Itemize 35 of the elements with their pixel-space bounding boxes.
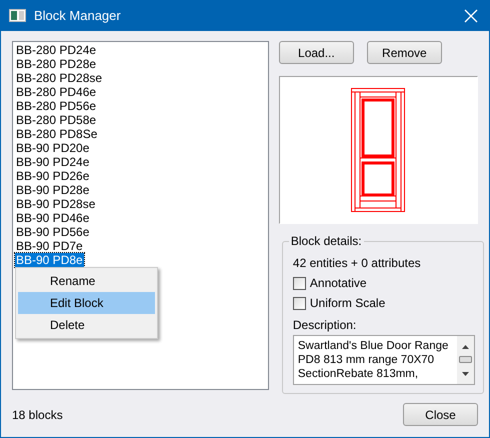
checkbox-label: Uniform Scale (310, 296, 386, 310)
menu-item[interactable]: Delete (18, 314, 155, 336)
checkbox[interactable] (292, 276, 306, 290)
list-item[interactable]: BB-90 PD28e (15, 183, 90, 197)
close-icon[interactable] (463, 8, 479, 24)
list-item[interactable]: BB-90 PD26e (15, 169, 90, 183)
list-item[interactable]: BB-280 PD56e (15, 99, 98, 113)
list-item[interactable]: BB-90 PD24e (15, 155, 90, 169)
description-field[interactable]: Swartland's Blue Door Range PD8 813 mm range 70X70 SectionRebate 813mm, (292, 335, 475, 385)
scrollbar[interactable] (457, 336, 474, 384)
list-item[interactable]: BB-90 PD28se (15, 197, 96, 211)
group-title: Block details: (288, 234, 364, 248)
list-item[interactable]: BB-90 PD20e (15, 141, 90, 155)
checkbox-label: Annotative (310, 276, 367, 290)
list-item[interactable]: BB-90 PD8e (15, 253, 84, 267)
menu-item[interactable]: Edit Block (18, 292, 155, 314)
list-item[interactable]: BB-90 PD46e (15, 211, 90, 225)
remove-button[interactable]: Remove (366, 41, 442, 64)
list-item[interactable]: BB-280 PD28se (15, 71, 104, 85)
description-label: Description: (292, 318, 358, 332)
app-icon (9, 9, 26, 22)
checkbox[interactable] (292, 296, 306, 310)
list-item[interactable]: BB-280 PD58e (15, 113, 98, 127)
block-count: 18 blocks (12, 406, 63, 424)
list-item[interactable]: BB-90 PD7e (15, 239, 84, 253)
list-item[interactable]: BB-90 PD56e (15, 225, 90, 239)
load-button[interactable]: Load... (278, 41, 354, 64)
entity-count: 42 entities + 0 attributes (292, 256, 422, 270)
list-item[interactable]: BB-280 PD28e (15, 57, 98, 71)
menu-item[interactable]: Rename (18, 270, 155, 292)
close-button[interactable]: Close (403, 403, 478, 426)
list-item[interactable]: BB-280 PD24e (15, 43, 98, 57)
list-item[interactable]: BB-280 PD8Se (15, 127, 98, 141)
list-item[interactable]: BB-280 PD46e (15, 85, 98, 99)
window-title: Block Manager (34, 6, 122, 25)
